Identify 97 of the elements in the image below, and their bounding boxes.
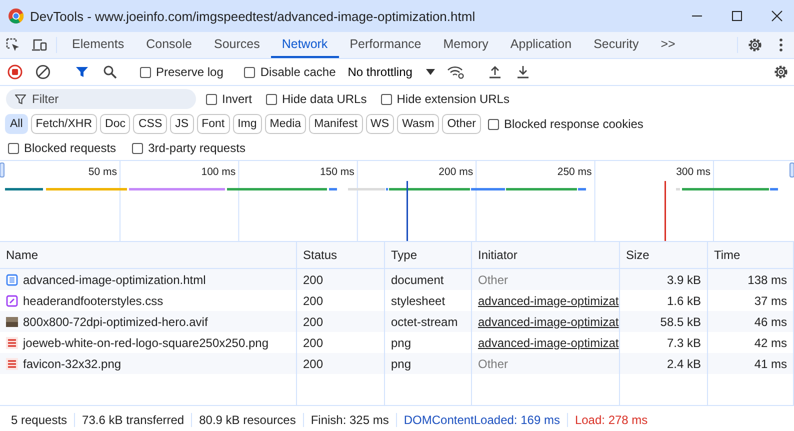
status-text: 73.6 kB transferred xyxy=(75,413,192,427)
range-handle[interactable] xyxy=(0,162,4,178)
close-icon[interactable] xyxy=(771,10,783,22)
time-tick-label: 250 ms xyxy=(557,166,592,178)
column-header[interactable]: Size xyxy=(620,242,708,269)
status-text: Load: 278 ms xyxy=(574,413,649,427)
status-text: 5 requests xyxy=(4,413,76,427)
checkbox[interactable]: Blocked requests xyxy=(4,141,120,155)
image-thumbnail-icon xyxy=(6,316,18,328)
checkbox[interactable]: Hide extension URLs xyxy=(376,92,514,106)
checkbox[interactable]: Invert xyxy=(202,92,256,106)
panel-tab[interactable]: Application xyxy=(499,32,583,58)
type-filter-chip[interactable]: Wasm xyxy=(397,114,440,134)
checkbox-box[interactable] xyxy=(206,94,217,104)
filter-field[interactable]: Filter xyxy=(6,89,196,109)
request-name[interactable]: headerandfooterstyles.css xyxy=(23,294,164,308)
more-tabs-button[interactable]: >> xyxy=(650,32,686,58)
checkbox[interactable]: 3rd-party requests xyxy=(128,141,250,155)
request-name-cell[interactable]: advanced-image-optimization.html xyxy=(0,269,297,290)
caret-icon[interactable] xyxy=(426,69,436,75)
panel-tab[interactable]: Performance xyxy=(338,32,432,58)
initiator-text: Other xyxy=(478,356,508,370)
checkbox[interactable]: Hide data URLs xyxy=(262,92,371,106)
time-tick-label: 150 ms xyxy=(320,166,354,178)
table-cell: 138 ms xyxy=(708,269,794,290)
initiator-text: Other xyxy=(478,272,508,286)
request-name[interactable]: advanced-image-optimization.html xyxy=(23,272,206,286)
panel-tab[interactable]: Memory xyxy=(432,32,500,58)
request-name[interactable]: 800x800-72dpi-optimized-hero.avif xyxy=(23,314,208,328)
checkbox-box[interactable] xyxy=(266,94,278,104)
request-name-cell[interactable]: 800x800-72dpi-optimized-hero.avif xyxy=(0,311,297,332)
logo-thumbnail-icon xyxy=(6,336,18,348)
browser-logo-icon xyxy=(8,8,24,24)
initiator-link[interactable]: advanced-image-optimizat xyxy=(478,294,619,308)
table-cell: octet-stream xyxy=(385,311,472,332)
table-cell: 41 ms xyxy=(708,353,794,374)
table-cell: document xyxy=(385,269,472,290)
checkbox-box[interactable] xyxy=(132,142,144,154)
type-filter-chip[interactable]: JS xyxy=(170,114,194,134)
type-filter-chip[interactable]: Media xyxy=(264,114,306,134)
checkbox-box[interactable] xyxy=(488,118,499,130)
panel-tab[interactable]: Sources xyxy=(202,32,271,58)
checkbox-box[interactable] xyxy=(380,94,392,104)
panel-tab[interactable]: Security xyxy=(582,32,650,58)
type-filter-chip[interactable]: All xyxy=(5,114,28,134)
checkbox-box[interactable] xyxy=(140,66,151,78)
type-filter-chip[interactable]: Fetch/XHR xyxy=(30,114,98,134)
time-tick-label: 50 ms xyxy=(88,166,117,178)
table-cell: png xyxy=(385,353,472,374)
document-icon xyxy=(6,274,18,286)
time-tick-label: 200 ms xyxy=(438,166,474,178)
table-cell: 200 xyxy=(297,353,385,374)
status-text: Finish: 325 ms xyxy=(304,413,397,427)
range-handle[interactable] xyxy=(790,162,794,178)
stylesheet-icon xyxy=(6,294,18,306)
request-name[interactable]: favicon-32x32.png xyxy=(23,356,122,370)
type-filter-chip[interactable]: Font xyxy=(196,114,230,134)
checkbox[interactable]: Blocked response cookies xyxy=(484,117,648,131)
time-tick-label: 300 ms xyxy=(676,166,710,178)
panel-tab[interactable]: Console xyxy=(135,32,203,58)
table-cell: 46 ms xyxy=(708,311,794,332)
table-cell: 3.9 kB xyxy=(620,269,708,290)
checkbox-box[interactable] xyxy=(8,142,19,154)
more-options-icon[interactable] xyxy=(779,38,783,52)
column-header[interactable]: Status xyxy=(297,242,385,269)
window-title: DevTools - www.joeinfo.com/imgspeedtest/advanced-image-optimization.html xyxy=(30,8,476,24)
throttling-dropdown[interactable]: No throttling xyxy=(342,65,442,79)
settings-icon[interactable] xyxy=(773,64,789,80)
logo-thumbnail-icon xyxy=(6,358,18,370)
status-text: DOMContentLoaded: 169 ms xyxy=(396,413,568,427)
table-cell: 200 xyxy=(297,311,385,332)
table-cell: 58.5 kB xyxy=(620,311,708,332)
type-filter-chip[interactable]: Doc xyxy=(100,114,130,134)
panel-tab[interactable]: Network xyxy=(270,32,339,58)
checkbox[interactable]: Disable cache xyxy=(240,65,340,79)
table-cell: 2.4 kB xyxy=(620,353,708,374)
type-filter-chip[interactable]: Other xyxy=(442,114,481,134)
type-filter-chip[interactable]: Manifest xyxy=(309,114,363,134)
checkbox[interactable]: Preserve log xyxy=(136,65,228,79)
time-tick-label: 100 ms xyxy=(201,166,236,178)
settings-icon[interactable] xyxy=(747,37,763,53)
type-filter-chip[interactable]: CSS xyxy=(133,114,168,134)
table-cell: 200 xyxy=(297,269,385,290)
column-header[interactable]: Type xyxy=(385,242,472,269)
column-header[interactable]: Time xyxy=(708,242,794,269)
checkbox-box[interactable] xyxy=(244,66,256,78)
initiator-link[interactable]: advanced-image-optimizat xyxy=(478,336,619,350)
type-filter-chip[interactable]: Img xyxy=(232,114,262,134)
filter-icon xyxy=(15,94,26,105)
status-text: 80.9 kB resources xyxy=(192,413,304,427)
type-filter-chip[interactable]: WS xyxy=(366,114,394,134)
column-header[interactable]: Name xyxy=(0,242,297,269)
request-name-cell[interactable]: favicon-32x32.png xyxy=(0,353,297,374)
maximize-icon[interactable] xyxy=(731,10,743,22)
column-header[interactable]: Initiator xyxy=(472,242,620,269)
panel-tab[interactable]: Elements xyxy=(61,32,136,58)
request-name[interactable]: joeweb-white-on-red-logo-square250x250.png xyxy=(23,336,268,350)
